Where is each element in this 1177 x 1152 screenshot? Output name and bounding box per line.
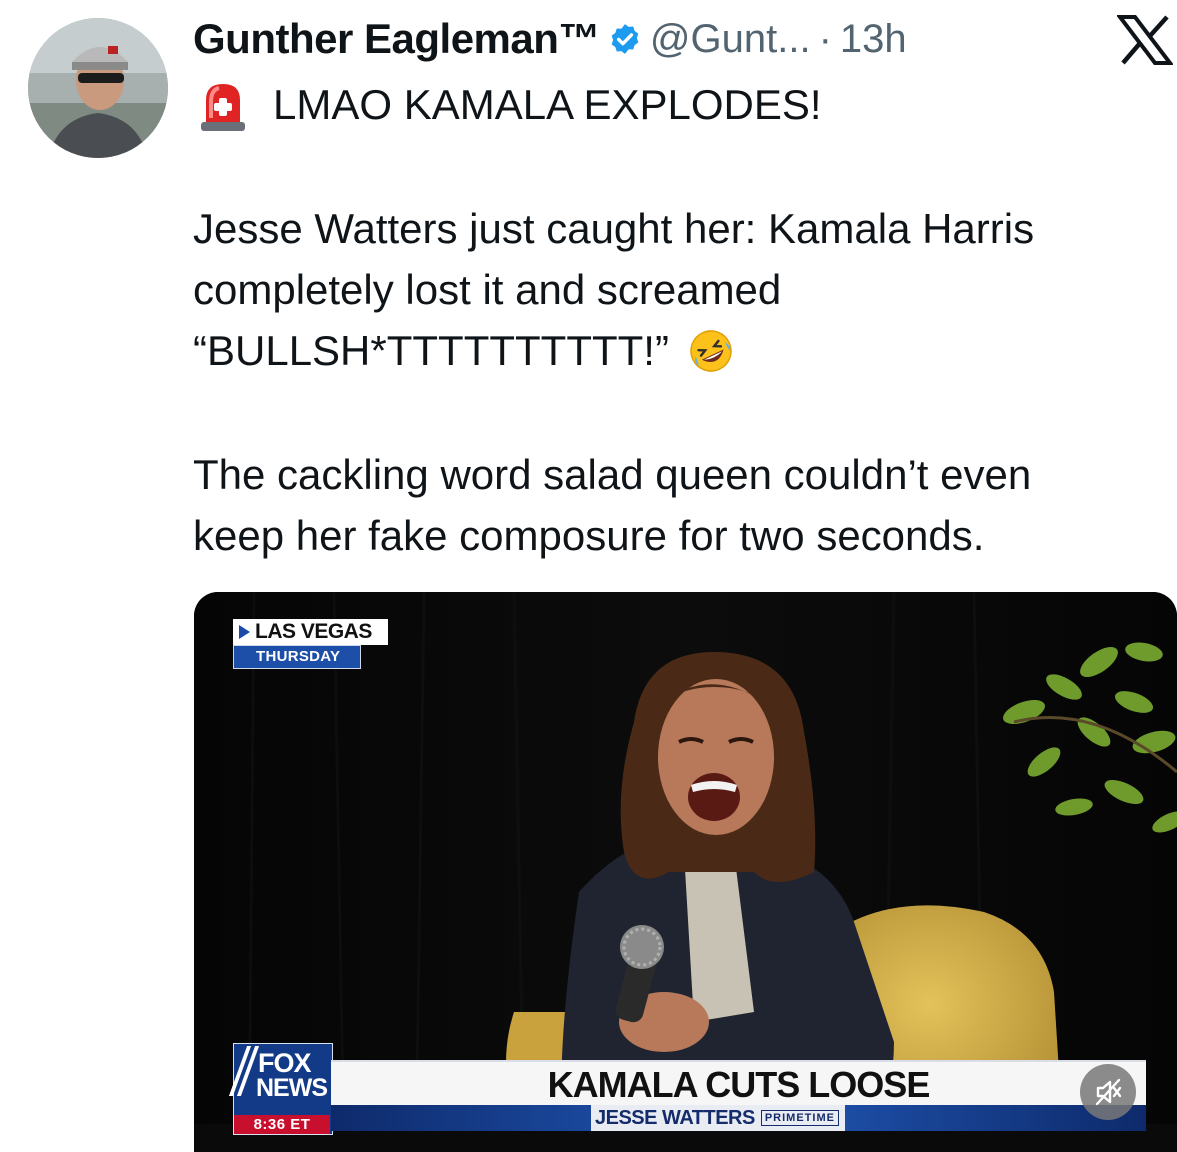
paragraph-line: Jesse Watters just caught her: Kamala Ha… xyxy=(193,205,1035,252)
location-bug: LAS VEGAS THURSDAY xyxy=(233,619,388,669)
fox-news-logo: FOX NEWS 8:36 ET xyxy=(228,1043,333,1135)
tweet-paragraph-2: The cackling word salad queen couldn’t e… xyxy=(193,444,1031,566)
x-logo-icon[interactable] xyxy=(1117,15,1173,65)
paragraph-line: keep her fake composure for two seconds. xyxy=(193,512,985,559)
paragraph-line: The cackling word salad queen couldn’t e… xyxy=(193,451,1032,498)
show-name: JESSE WATTERS xyxy=(595,1106,755,1129)
show-name-tag: JESSE WATTERS PRIMETIME xyxy=(591,1105,845,1131)
avatar[interactable] xyxy=(28,18,168,158)
mute-button[interactable] xyxy=(1080,1064,1136,1120)
separator-dot: · xyxy=(818,16,832,61)
day-label: THURSDAY xyxy=(233,645,362,669)
rofl-emoji-icon xyxy=(690,330,732,372)
siren-icon xyxy=(201,84,245,131)
location-label: LAS VEGAS xyxy=(233,619,388,645)
tweet-headline: LMAO KAMALA EXPLODES! xyxy=(197,78,822,132)
location-text: LAS VEGAS xyxy=(255,620,372,643)
headline-text: LMAO KAMALA EXPLODES! xyxy=(273,81,822,128)
display-name[interactable]: Gunther Eagleman™ xyxy=(193,15,600,63)
tweet-paragraph-1: Jesse Watters just caught her: Kamala Ha… xyxy=(193,198,1034,381)
logo-line-2: NEWS xyxy=(256,1074,328,1102)
avatar-photo xyxy=(28,18,168,158)
logo-line-1: FOX xyxy=(258,1048,312,1078)
paragraph-line: “BULLSH*TTTTTTTTTT!” xyxy=(193,327,669,374)
paragraph-line-with-emoji: “BULLSH*TTTTTTTTTT!” xyxy=(193,320,1034,381)
tweet-header: Gunther Eagleman™ @Gunt... · 13h xyxy=(193,14,907,64)
chyron-title: KAMALA CUTS LOOSE xyxy=(547,1064,931,1105)
paragraph-line: completely lost it and screamed xyxy=(193,266,782,313)
broadcast-clock: 8:36 ET xyxy=(234,1115,330,1134)
verified-badge-icon xyxy=(611,24,639,54)
timestamp[interactable]: 13h xyxy=(840,17,907,62)
mute-icon xyxy=(1095,1078,1122,1106)
chyron: KAMALA CUTS LOOSE xyxy=(331,1060,1146,1107)
handle[interactable]: @Gunt... xyxy=(650,17,811,62)
show-tag: PRIMETIME xyxy=(760,1110,839,1126)
chyron-subbar: JESSE WATTERS PRIMETIME xyxy=(331,1105,1146,1131)
video-player[interactable]: LAS VEGAS THURSDAY FOX NEWS 8:36 ET KAMA… xyxy=(194,592,1177,1152)
play-triangle-icon xyxy=(239,625,250,639)
